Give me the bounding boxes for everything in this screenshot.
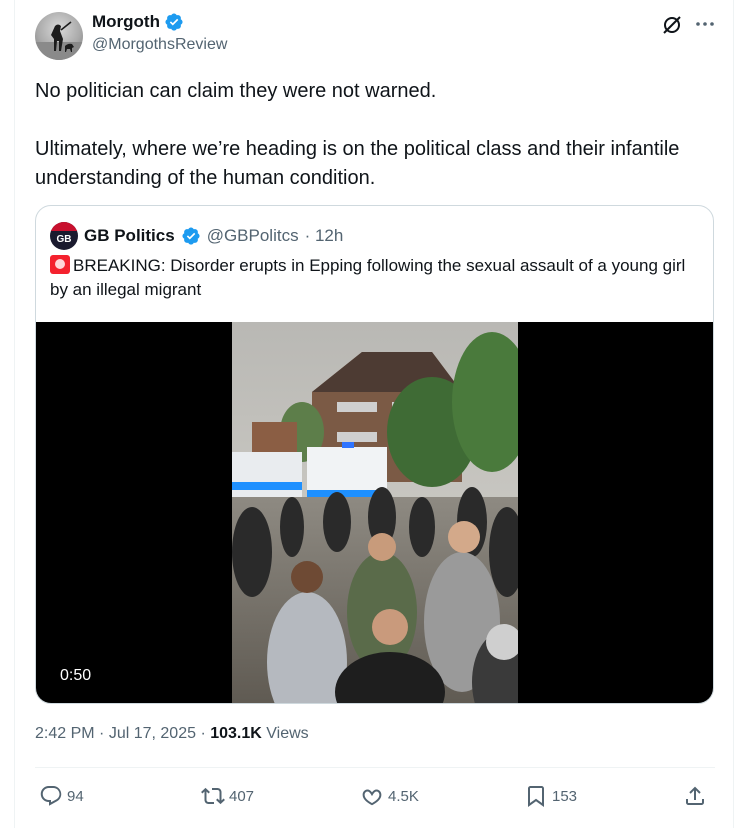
tweet-meta: 2:42 PM · Jul 17, 2025 · 103.1K Views [35, 725, 309, 743]
quote-author-handle: @GBPolitcs [206, 226, 299, 245]
views-label: Views [266, 725, 309, 742]
quote-author-avatar: GB [50, 222, 78, 250]
retweet-button[interactable]: 407 [201, 784, 254, 808]
quote-header: GB GB Politics @GBPolitcs · 12h [50, 222, 343, 250]
author-handle[interactable]: @MorgothsReview [92, 36, 227, 54]
quote-timestamp: · 12h [304, 226, 344, 245]
tweet-date[interactable]: · Jul 17, 2025 [99, 725, 196, 742]
reply-icon [40, 786, 62, 806]
action-bar: 94 407 4.5K 153 [35, 784, 715, 814]
reply-button[interactable]: 94 [39, 784, 84, 808]
reply-count: 94 [67, 787, 84, 805]
meta-dot: · [200, 725, 206, 742]
tweet-text-line-2: Ultimately, where we’re heading is on th… [35, 138, 680, 189]
tweet-article: Morgoth @MorgothsReview No politician ca… [14, 0, 734, 828]
author-display-name[interactable]: Morgoth [92, 12, 160, 32]
bookmark-icon [528, 786, 544, 807]
quote-text: BREAKING: Disorder erupts in Epping foll… [50, 254, 690, 302]
author-info: Morgoth @MorgothsReview [92, 12, 227, 54]
tweet-time[interactable]: 2:42 PM [35, 725, 95, 742]
retweet-count: 407 [229, 787, 255, 805]
like-count: 4.5K [388, 787, 419, 805]
verified-badge-icon[interactable] [164, 12, 184, 32]
bookmark-count: 153 [552, 787, 578, 805]
quote-author-name: GB Politics [84, 226, 175, 245]
tweet-text: No politician can claim they were not wa… [35, 77, 715, 193]
grok-icon[interactable] [660, 13, 684, 37]
share-icon [686, 786, 704, 805]
video-player[interactable]: 0:50 [36, 322, 713, 703]
divider [35, 767, 715, 768]
verified-badge-icon [181, 226, 201, 246]
share-button[interactable] [683, 784, 707, 808]
video-duration: 0:50 [60, 667, 92, 684]
tweet-text-line-1: No politician can claim they were not wa… [35, 80, 437, 102]
video-thumbnail[interactable] [232, 322, 518, 703]
heart-icon [362, 789, 382, 806]
author-avatar[interactable] [35, 12, 83, 60]
retweet-icon [201, 787, 225, 805]
quote-tweet-card[interactable]: GB GB Politics @GBPolitcs · 12h BREAKING… [35, 205, 714, 704]
bookmark-button[interactable]: 153 [524, 784, 577, 808]
quote-text-body: BREAKING: Disorder erupts in Epping foll… [50, 256, 686, 299]
views-count[interactable]: 103.1K [210, 725, 262, 742]
like-button[interactable]: 4.5K [360, 784, 419, 808]
more-icon[interactable] [693, 12, 717, 36]
siren-icon [50, 255, 70, 274]
